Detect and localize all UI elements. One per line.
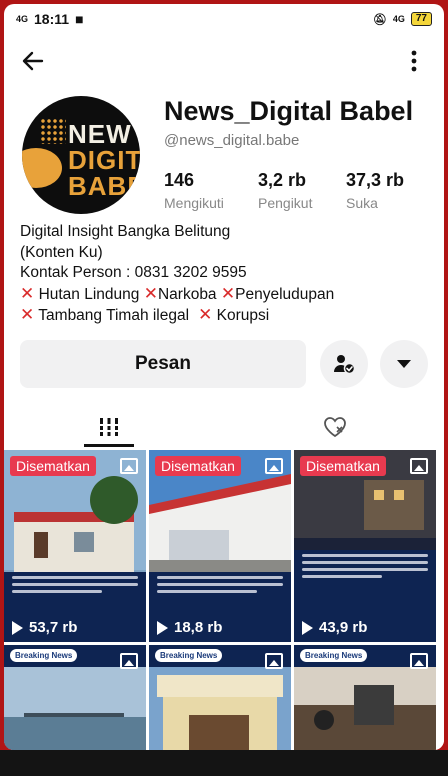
message-button[interactable]: Pesan [20, 340, 306, 388]
logo-map-shape [22, 148, 62, 188]
pinned-badge: Disematkan [10, 456, 96, 476]
photo-icon [265, 458, 283, 474]
photo-icon [120, 653, 138, 669]
cross-mark-icon: ✕ [20, 283, 35, 303]
cross-mark-icon: ✕ [193, 305, 213, 324]
user-check-icon [334, 355, 356, 375]
bio-line: (Konten Ku) [20, 243, 103, 261]
logo-text-line: DIGIT [68, 145, 140, 175]
profile-handle: @news_digital.babe [164, 132, 300, 149]
bio-tag: Hutan Lindung [38, 285, 140, 303]
bio-line: Digital Insight Bangka Belitung [20, 223, 231, 240]
video-thumbnail[interactable]: Breaking News [4, 645, 146, 750]
top-bar [4, 42, 444, 82]
cross-mark-icon: ✕ [220, 283, 236, 303]
status-left: 4G 18:11 ■ [16, 11, 84, 27]
bio-tag: Narkoba [157, 285, 217, 303]
bio-tag: Tambang Timah ilegal [38, 307, 190, 324]
logo-text-line: BABE [68, 171, 140, 201]
stat-followers[interactable]: 3,2 rb Pengikut [258, 170, 312, 211]
play-icon [157, 620, 168, 635]
pinned-badge: Disematkan [300, 456, 386, 476]
status-right: 🔕︎ 4G 77 [373, 12, 432, 26]
bio-tag: Korupsi [216, 307, 270, 324]
stat-label: Pengikut [258, 195, 313, 211]
stat-likes: 37,3 rb Suka [346, 170, 404, 211]
profile-bio: Digital Insight Bangka Belitung (Konten … [20, 222, 430, 327]
heart-hidden-icon [324, 417, 346, 438]
suggestions-dropdown-button[interactable] [380, 340, 428, 388]
cross-mark-icon: ✕ [143, 283, 158, 303]
breaking-news-badge: Breaking News [10, 649, 78, 662]
stat-value: 37,3 rb [346, 170, 405, 190]
phone-screen: 4G 18:11 ■ 🔕︎ 4G 77 NEW DIGIT BABE News_… [4, 4, 444, 750]
breaking-news-badge: Breaking News [155, 649, 223, 662]
breaking-news-badge: Breaking News [300, 649, 368, 662]
view-count-value: 43,9 rb [319, 619, 368, 636]
video-thumbnail[interactable]: Breaking News [149, 645, 291, 750]
view-count: 43,9 rb [302, 619, 367, 636]
status-bar: 4G 18:11 ■ 🔕︎ 4G 77 [4, 4, 444, 34]
avatar[interactable]: NEW DIGIT BABE [22, 96, 140, 214]
video-record-icon: ■ [75, 11, 84, 27]
photo-icon [120, 458, 138, 474]
bottom-strip [0, 750, 448, 776]
stat-value: 146 [164, 170, 195, 190]
chevron-down-icon [397, 360, 411, 368]
photo-icon [410, 653, 428, 669]
photo-icon [265, 653, 283, 669]
video-thumbnail[interactable]: Disematkan 53,7 rb [4, 450, 146, 642]
view-count-value: 53,7 rb [29, 619, 78, 636]
pinned-badge: Disematkan [155, 456, 241, 476]
view-count: 18,8 rb [157, 619, 222, 636]
stat-label: Mengikuti [164, 195, 224, 211]
photo-icon [410, 458, 428, 474]
profile-username: News_Digital Babel [164, 96, 414, 126]
follow-status-button[interactable] [320, 340, 368, 388]
tab-liked[interactable] [310, 406, 360, 448]
bio-tags-row: ✕ Tambang Timah ilegal ✕ Korupsi [20, 305, 430, 327]
video-thumbnail[interactable]: Disematkan 43,9 rb [294, 450, 436, 642]
video-thumbnail[interactable]: Disematkan 18,8 rb [149, 450, 291, 642]
more-options-icon[interactable] [406, 48, 422, 76]
bio-tags-row: ✕ Hutan Lindung ✕Narkoba ✕Penyeludupan [20, 284, 430, 306]
stat-label: Suka [346, 195, 378, 211]
active-tab-indicator [84, 444, 134, 447]
view-count: 53,7 rb [12, 619, 77, 636]
play-icon [302, 620, 313, 635]
video-grid: Disematkan 53,7 rb Disematkan 18,8 rb Di… [4, 450, 444, 750]
status-time: 18:11 [34, 11, 70, 27]
bio-tag: Penyeludupan [235, 285, 335, 303]
play-icon [12, 620, 23, 635]
logo-dots [40, 118, 66, 144]
battery-indicator: 77 [410, 12, 432, 26]
back-arrow-icon[interactable] [20, 48, 48, 76]
stat-value: 3,2 rb [258, 170, 307, 190]
logo-text-line: NEW [68, 119, 132, 149]
signal-indicator: 4G [16, 13, 29, 24]
network-indicator: 4G [392, 13, 405, 24]
view-count-value: 18,8 rb [174, 619, 223, 636]
tab-videos[interactable] [84, 406, 134, 448]
bio-contact: Kontak Person : 0831 3202 9595 [20, 264, 247, 281]
video-thumbnail[interactable]: Breaking News [294, 645, 436, 750]
mute-icon: 🔕︎ [372, 13, 387, 26]
cross-mark-icon: ✕ [20, 305, 35, 324]
profile-tabs [4, 406, 444, 450]
profile-actions: Pesan [20, 340, 428, 388]
stat-following[interactable]: 146 Mengikuti [164, 170, 224, 211]
grid-bars-icon [98, 418, 120, 436]
